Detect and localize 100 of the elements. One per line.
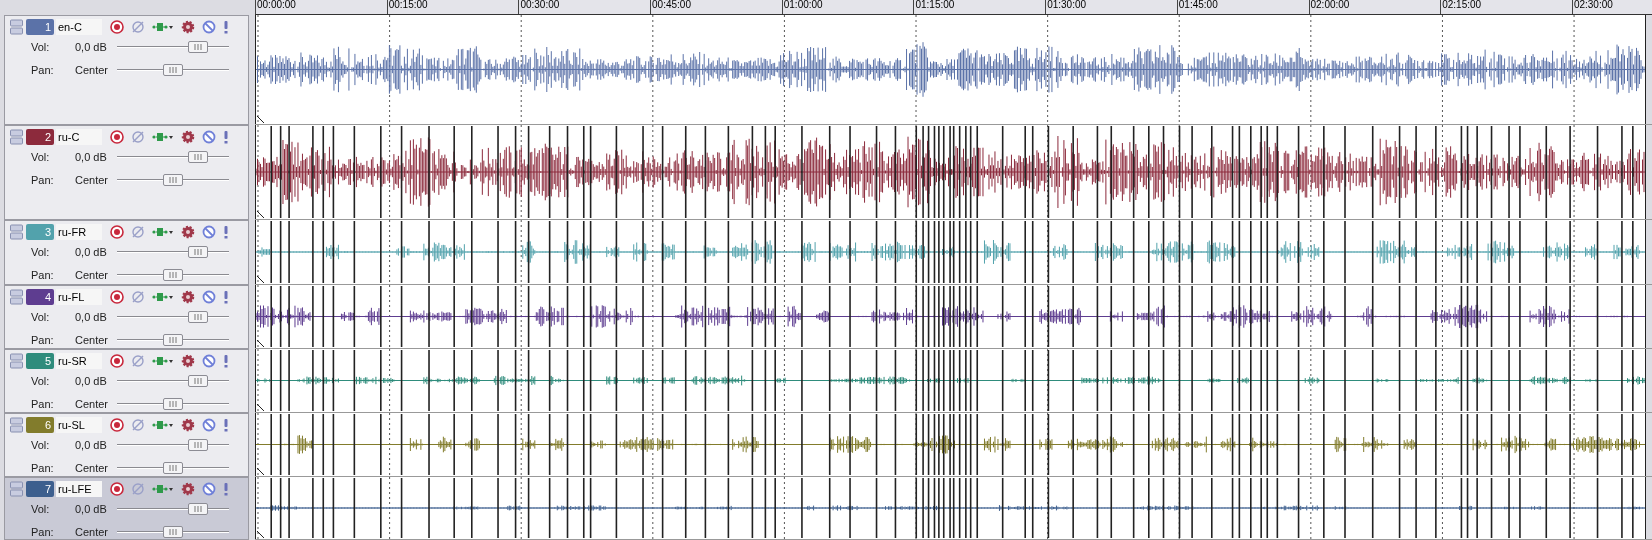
solo-icon[interactable] [223,418,229,432]
pan-slider[interactable] [117,268,229,281]
slider-thumb[interactable] [187,375,208,388]
fx-chain-icon[interactable] [152,419,174,431]
pan-slider[interactable] [117,525,229,538]
volume-slider[interactable] [117,151,229,164]
phase-invert-icon[interactable] [131,20,145,34]
volume-slider[interactable] [117,311,229,324]
track-name-field[interactable]: ru-SR [56,353,102,369]
ruler-time-label: 00:45:00 [650,0,782,14]
track-name-field[interactable]: ru-LFE [56,481,102,497]
mute-icon[interactable] [202,290,216,304]
solo-icon[interactable] [223,482,229,496]
track-name-field[interactable]: en-C [56,19,102,35]
collapse-icon[interactable] [10,224,23,240]
record-icon[interactable] [110,130,124,144]
slider-thumb[interactable] [187,41,208,54]
ruler-time-label: 01:15:00 [913,0,1046,14]
collapse-icon[interactable] [10,417,23,433]
pan-slider[interactable] [117,333,229,346]
fx-chain-icon[interactable] [152,21,174,33]
pan-slider[interactable] [117,461,229,474]
solo-icon[interactable] [223,290,229,304]
track-name-field[interactable]: ru-FL [56,289,102,305]
record-icon[interactable] [110,290,124,304]
pan-value: Center [75,332,110,348]
collapse-icon[interactable] [10,289,23,305]
slider-thumb[interactable] [163,397,183,410]
mute-icon[interactable] [202,225,216,239]
pan-value: Center [75,396,110,412]
mute-icon[interactable] [202,20,216,34]
track-header[interactable]: 5 ru-SR Vol: 0,0 dB Pan: Center [4,349,249,413]
phase-invert-icon[interactable] [131,290,145,304]
record-icon[interactable] [110,354,124,368]
track-header[interactable]: 3 ru-FR Vol: 0,0 dB Pan: Center [4,220,249,285]
slider-thumb[interactable] [187,246,208,259]
volume-slider[interactable] [117,439,229,452]
gear-icon[interactable] [181,418,195,432]
phase-invert-icon[interactable] [131,225,145,239]
gear-icon[interactable] [181,225,195,239]
collapse-icon[interactable] [10,353,23,369]
record-icon[interactable] [110,225,124,239]
pan-slider[interactable] [117,173,229,186]
slider-thumb[interactable] [163,63,183,76]
track-name-field[interactable]: ru-FR [56,224,102,240]
volume-value: 0,0 dB [75,374,108,389]
phase-invert-icon[interactable] [131,130,145,144]
pan-label: Pan: [31,524,55,540]
track-name-field[interactable]: ru-C [56,129,102,145]
track-name-field[interactable]: ru-SL [56,417,102,433]
gear-icon[interactable] [181,20,195,34]
slider-thumb[interactable] [163,173,183,186]
track-header[interactable]: 1 en-C Vol: 0,0 dB Pan: Center [4,15,249,125]
fx-chain-icon[interactable] [152,355,174,367]
slider-thumb[interactable] [163,525,183,538]
volume-value: 0,0 dB [75,150,108,165]
gear-icon[interactable] [181,130,195,144]
gear-icon[interactable] [181,354,195,368]
slider-thumb[interactable] [187,503,208,516]
track-header[interactable]: 6 ru-SL Vol: 0,0 dB Pan: Center [4,413,249,477]
collapse-icon[interactable] [10,129,23,145]
record-icon[interactable] [110,20,124,34]
fx-chain-icon[interactable] [152,291,174,303]
timeline-ruler[interactable]: 00:00:00 00:15:00 00:30:00 00:45:00 01:00:00 01:15:00 01:30:00 01:45:00 02:00:00 02:15:00 02:30:00 [255,0,1652,15]
slider-thumb[interactable] [163,268,183,281]
record-icon[interactable] [110,418,124,432]
pan-slider[interactable] [117,63,229,76]
volume-slider[interactable] [117,41,229,54]
slider-thumb[interactable] [187,311,208,324]
track-header[interactable]: 4 ru-FL Vol: 0,0 dB Pan: Center [4,285,249,349]
collapse-icon[interactable] [10,19,23,35]
volume-slider[interactable] [117,503,229,516]
volume-slider[interactable] [117,246,229,259]
volume-value: 0,0 dB [75,438,108,453]
slider-thumb[interactable] [163,461,183,474]
pan-slider[interactable] [117,397,229,410]
volume-slider[interactable] [117,375,229,388]
record-icon[interactable] [110,482,124,496]
slider-thumb[interactable] [163,333,183,346]
solo-icon[interactable] [223,354,229,368]
solo-icon[interactable] [223,225,229,239]
phase-invert-icon[interactable] [131,354,145,368]
track-header[interactable]: 7 ru-LFE Vol: 0,0 dB Pan: Center [4,477,249,540]
volume-value: 0,0 dB [75,502,108,517]
gear-icon[interactable] [181,482,195,496]
fx-chain-icon[interactable] [152,226,174,238]
gear-icon[interactable] [181,290,195,304]
slider-thumb[interactable] [187,439,208,452]
solo-icon[interactable] [223,20,229,34]
fx-chain-icon[interactable] [152,131,174,143]
collapse-icon[interactable] [10,481,23,497]
mute-icon[interactable] [202,418,216,432]
phase-invert-icon[interactable] [131,418,145,432]
mute-icon[interactable] [202,130,216,144]
fx-chain-icon[interactable] [152,483,174,495]
mute-icon[interactable] [202,482,216,496]
mute-icon[interactable] [202,354,216,368]
slider-thumb[interactable] [187,151,208,164]
solo-icon[interactable] [223,130,229,144]
track-header[interactable]: 2 ru-C Vol: 0,0 dB Pan: Center [4,125,249,220]
